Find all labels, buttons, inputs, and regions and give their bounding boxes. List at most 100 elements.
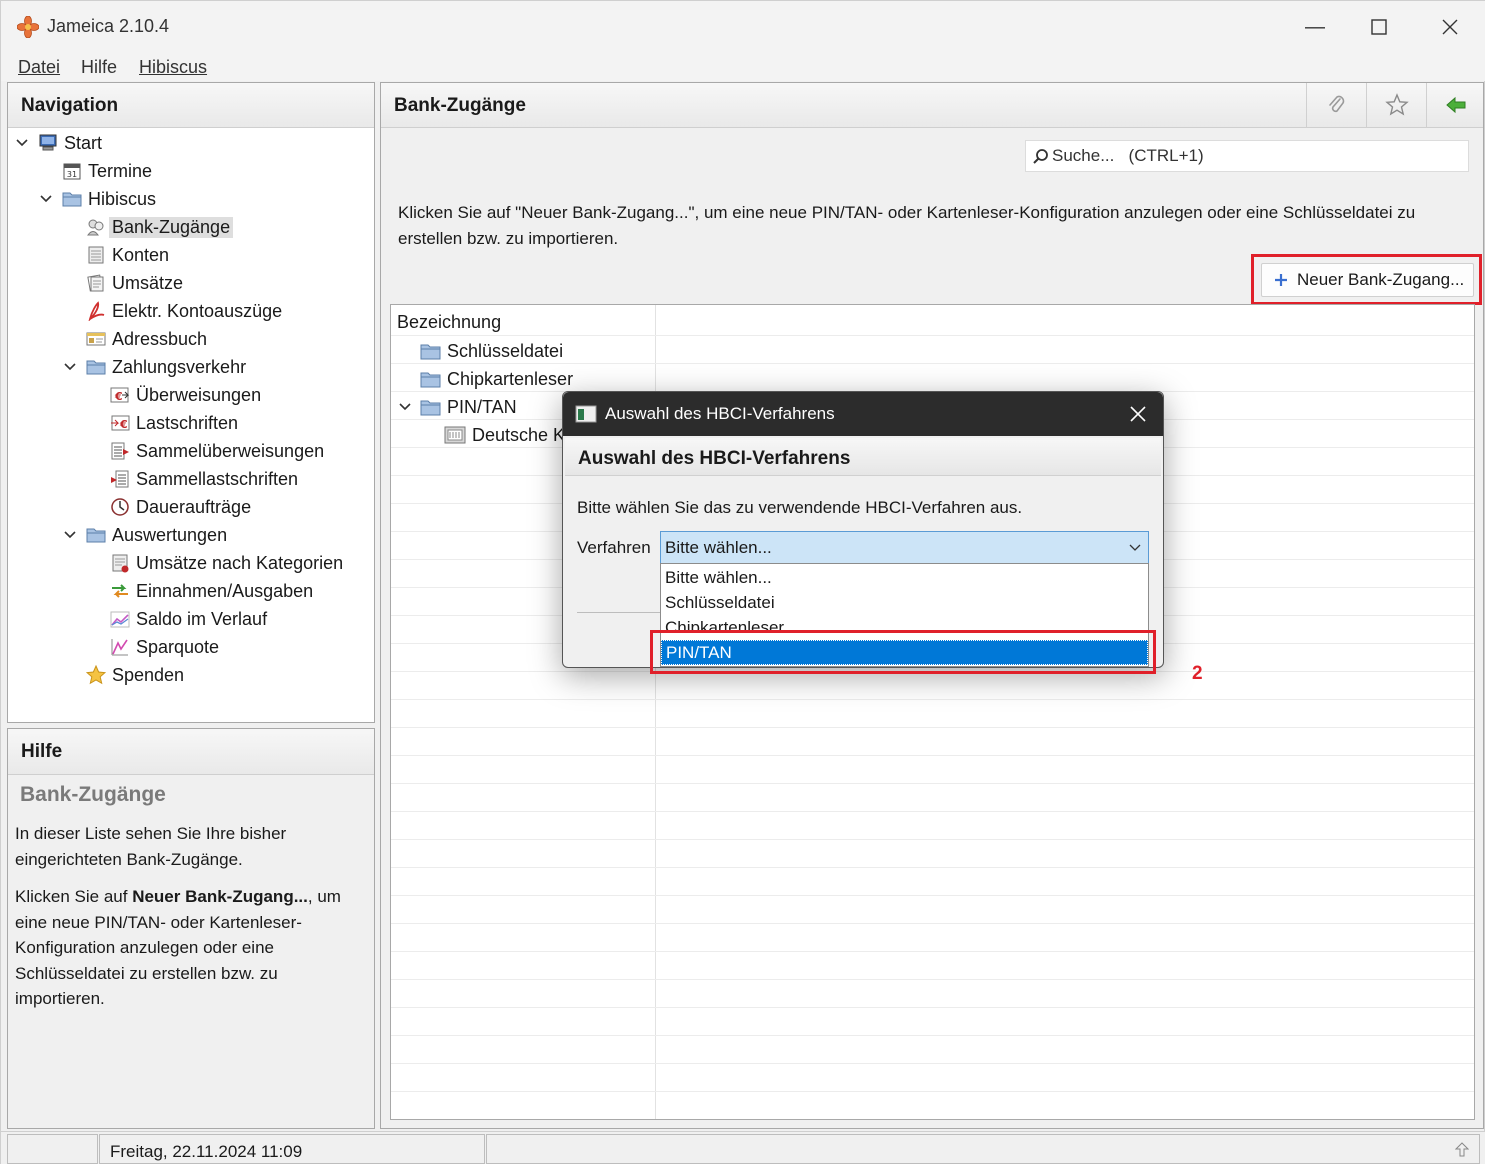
nav-item-label: Umsätze <box>112 272 184 293</box>
folder-icon <box>86 360 106 375</box>
nav-item-elektr-kontoauszüge[interactable]: Elektr. Kontoauszüge <box>86 298 282 324</box>
nav-item-start[interactable]: Start <box>16 130 102 156</box>
folder-icon <box>86 528 106 543</box>
nav-item-label: Elektr. Kontoauszüge <box>112 300 283 321</box>
chevron-down-icon[interactable] <box>397 399 413 415</box>
nav-item-umsätze[interactable]: Umsätze <box>86 270 183 296</box>
tree-row-deutsche-kreditbank[interactable]: Deutsche Kr <box>444 422 571 448</box>
window-title: Jameica 2.10.4 <box>47 16 170 36</box>
nav-item-sparquote[interactable]: Sparquote <box>110 634 219 660</box>
search-icon <box>1033 149 1048 164</box>
folder-icon <box>420 344 441 360</box>
svg-text:€: € <box>119 418 128 431</box>
menu-datei[interactable]: Datei <box>18 57 60 78</box>
maximize-icon[interactable] <box>1367 15 1391 39</box>
nav-item-label: Hibiscus <box>88 188 157 209</box>
status-bar: Freitag, 22.11.2024 11:09 <box>1 1131 1485 1164</box>
folder-icon <box>420 400 441 416</box>
table-row-line <box>391 1007 1474 1008</box>
table-row-line <box>391 727 1474 728</box>
option-schluesseldatei[interactable]: Schlüsseldatei <box>661 591 1148 616</box>
close-icon[interactable] <box>1129 405 1147 423</box>
nav-item-auswertungen[interactable]: Auswertungen <box>64 522 228 548</box>
resize-grip-icon[interactable] <box>1455 1142 1469 1158</box>
nav-item-überweisungen[interactable]: € Überweisungen <box>110 382 261 408</box>
nav-item-sammelüberweisungen[interactable]: Sammelüberweisungen <box>110 438 324 464</box>
nav-item-label: Daueraufträge <box>136 496 252 517</box>
batch-debit-icon <box>111 470 129 488</box>
nav-item-lastschriften[interactable]: € Lastschriften <box>110 410 238 436</box>
option-chipkartenleser[interactable]: Chipkartenleser <box>661 616 1148 630</box>
tree-row-label: Deutsche Kr <box>472 424 572 445</box>
nav-item-einnahmen-ausgaben[interactable]: Einnahmen/Ausgaben <box>110 578 313 604</box>
search-shortcut: (CTRL+1) <box>1128 146 1204 165</box>
minimize-icon[interactable]: — <box>1303 15 1327 39</box>
dialog-app-icon <box>575 405 597 423</box>
tree-row-schluesseldatei[interactable]: Schlüsseldatei <box>420 338 563 364</box>
savings-chart-icon <box>111 639 128 656</box>
option-bitte-waehlen[interactable]: Bitte wählen... <box>661 566 1148 591</box>
table-row-line <box>391 699 1474 700</box>
tree-row-pintan[interactable]: PIN/TAN <box>397 394 517 420</box>
nav-item-adressbuch[interactable]: Adressbuch <box>86 326 207 352</box>
help-p2-bold: Neuer Bank-Zugang... <box>132 887 308 906</box>
jameica-logo-icon <box>17 16 39 38</box>
debit-icon: € <box>111 415 130 431</box>
nav-item-hibiscus[interactable]: Hibiscus <box>40 186 157 212</box>
help-panel: Hilfe Bank-Zugänge In dieser Liste sehen… <box>7 728 375 1129</box>
star-icon <box>86 665 106 685</box>
bookmark-button[interactable] <box>1366 83 1426 128</box>
nav-item-label: Konten <box>112 244 170 265</box>
help-p2-pre: Klicken Sie auf <box>15 887 133 906</box>
nav-item-spenden[interactable]: Spenden <box>86 662 184 688</box>
close-window-icon[interactable] <box>1438 15 1462 39</box>
table-row-line <box>391 1063 1474 1064</box>
nav-item-umsätze-nach-kategorien[interactable]: Umsätze nach Kategorien <box>110 550 343 576</box>
tree-row-label: PIN/TAN <box>447 396 517 417</box>
chevron-down-icon[interactable] <box>14 135 30 151</box>
nav-item-konten[interactable]: Konten <box>86 242 169 268</box>
menu-hilfe[interactable]: Hilfe <box>81 57 117 78</box>
menu-hibiscus[interactable]: Hibiscus <box>139 57 207 78</box>
search-input[interactable]: Suche... (CTRL+1) <box>1025 140 1469 172</box>
nav-item-daueraufträge[interactable]: Daueraufträge <box>110 494 251 520</box>
back-button[interactable] <box>1426 83 1484 128</box>
table-row-line <box>391 979 1474 980</box>
balance-chart-icon <box>110 611 130 628</box>
attachment-button[interactable] <box>1306 83 1366 128</box>
nav-item-label: Zahlungsverkehr <box>112 356 247 377</box>
clock-icon <box>111 498 129 516</box>
svg-text:31: 31 <box>67 170 77 179</box>
dialog-title-bar: Auswahl des HBCI-Verfahrens <box>563 392 1163 436</box>
nav-item-label: Saldo im Verlauf <box>136 608 268 629</box>
help-paragraph-1: In dieser Liste sehen Sie Ihre bisher ei… <box>15 824 287 869</box>
nav-item-termine[interactable]: 31 Termine <box>62 158 152 184</box>
table-row-line <box>391 923 1474 924</box>
nav-item-label: Sammelüberweisungen <box>136 440 325 461</box>
table-row-line <box>391 951 1474 952</box>
category-report-icon <box>112 554 129 573</box>
chevron-down-icon[interactable] <box>1128 542 1142 554</box>
navigation-panel: Navigation Start 31 Termine Hibiscus Bank-Zu… <box>7 82 375 723</box>
nav-item-saldo-im-verlauf[interactable]: Saldo im Verlauf <box>110 606 267 632</box>
nav-item-sammellastschriften[interactable]: Sammellastschriften <box>110 466 298 492</box>
nav-item-bank-zugänge[interactable]: Bank-Zugänge <box>86 214 234 240</box>
help-paragraph-2: Klicken Sie auf Neuer Bank-Zugang..., um… <box>15 884 364 1012</box>
tree-row-label: Chipkartenleser <box>447 368 574 389</box>
verfahren-select[interactable]: Bitte wählen... <box>660 531 1149 564</box>
column-header-bezeichnung[interactable]: Bezeichnung <box>397 312 501 333</box>
nav-item-zahlungsverkehr[interactable]: Zahlungsverkehr <box>64 354 247 380</box>
nav-item-label: Auswertungen <box>112 524 228 545</box>
dialog-title: Auswahl des HBCI-Verfahrens <box>605 404 835 423</box>
pdf-icon <box>88 301 105 321</box>
chevron-down-icon[interactable] <box>62 359 78 375</box>
status-cell-empty <box>7 1134 98 1164</box>
computer-icon <box>39 134 57 151</box>
chevron-down-icon[interactable] <box>38 191 54 207</box>
batch-transfer-icon <box>111 442 129 460</box>
tree-row-chipkartenleser[interactable]: Chipkartenleser <box>420 366 573 392</box>
chevron-down-icon[interactable] <box>62 527 78 543</box>
folder-icon <box>62 192 82 207</box>
table-row-line <box>391 1091 1474 1092</box>
folder-icon <box>420 372 441 388</box>
